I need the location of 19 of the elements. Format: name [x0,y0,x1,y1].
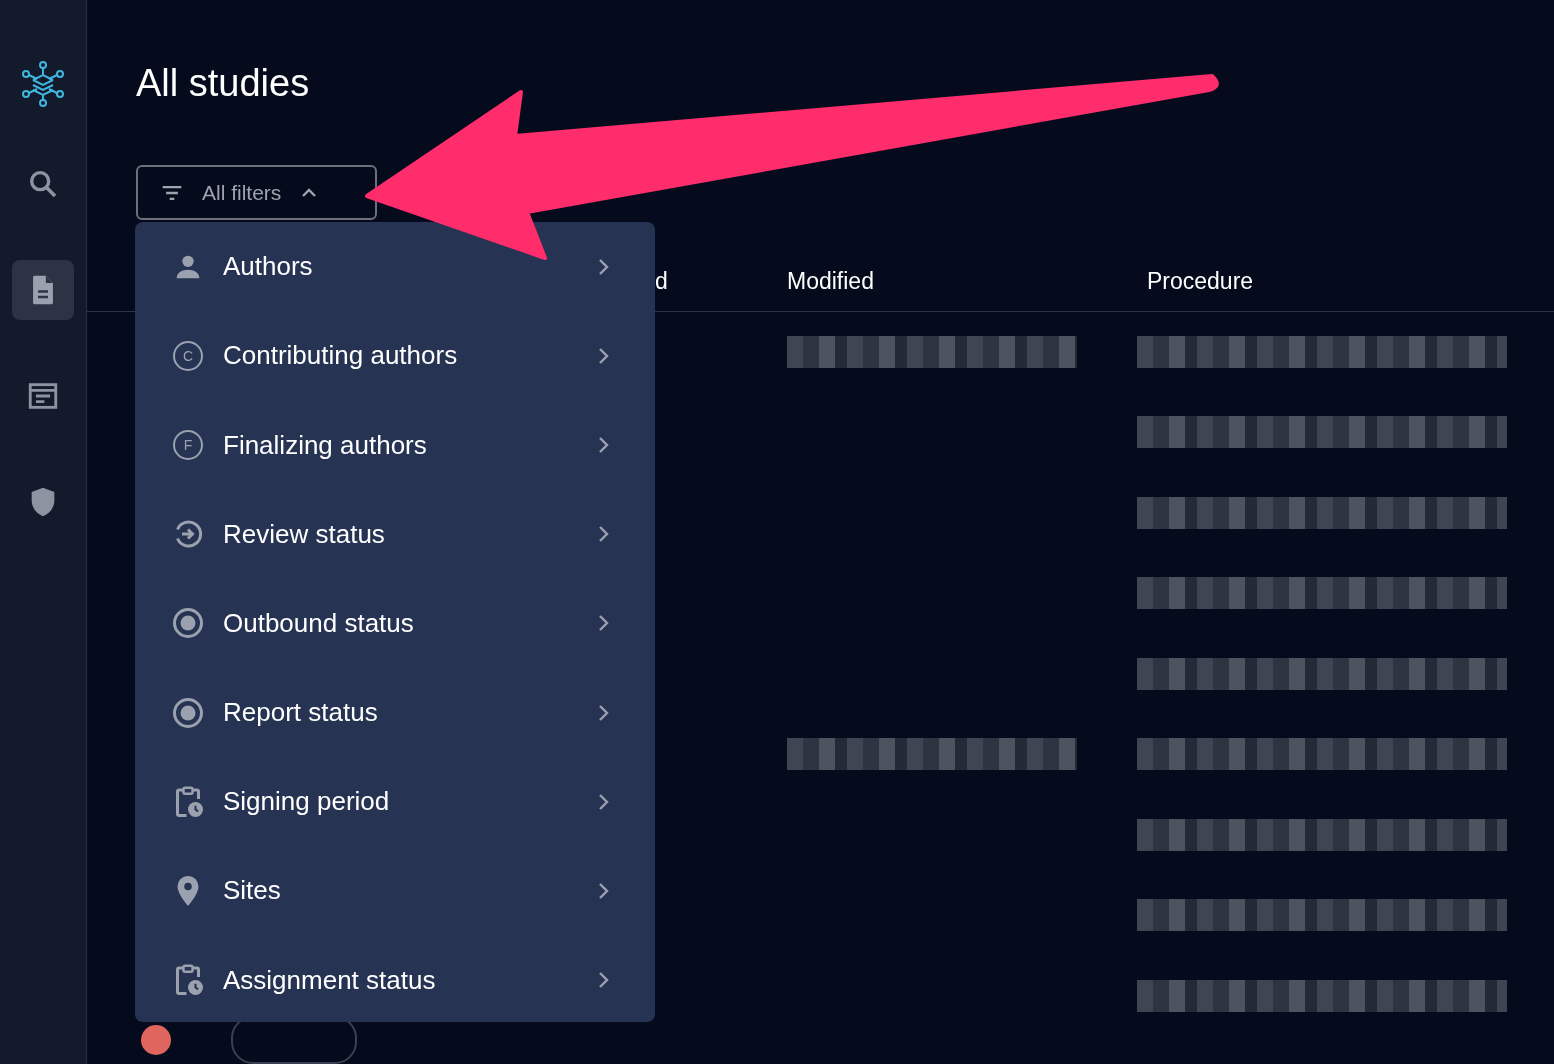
menu-item[interactable]: Signing period [135,757,655,847]
status-dot [141,1025,171,1055]
menu-item[interactable]: Outbound status [135,578,655,668]
menu-item[interactable]: C Contributing authors [135,311,655,401]
menu-item[interactable]: Sites [135,846,655,936]
filter-button[interactable]: All filters [136,165,377,221]
letter-circle-icon: F [173,430,203,460]
menu-item[interactable]: F Finalizing authors [135,400,655,490]
column-header: Procedure [1147,267,1255,295]
column-header: d [655,267,668,295]
column-header: Modified [787,267,875,295]
nav-item[interactable] [12,260,74,320]
menu-item[interactable]: Assignment status [135,935,655,1025]
menu-item[interactable]: Review status [135,489,655,579]
letter-circle-icon: C [173,340,203,371]
menu-item[interactable]: Report status [135,668,655,758]
menu-item[interactable]: Authors [135,222,655,312]
page-title: All studies [136,62,311,106]
network-logo-icon [21,60,65,108]
